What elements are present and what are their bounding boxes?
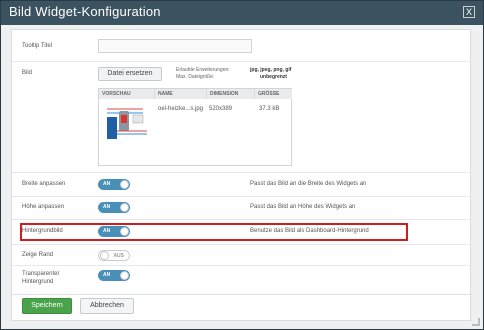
- background-image-description: Benutze das Bild als Dashboard-Hintergru…: [250, 228, 369, 234]
- fit-width-label: Breite anpassen: [22, 181, 66, 187]
- toggle-state: AN: [103, 228, 111, 234]
- max-size-label: Max. Dateigröße:: [176, 74, 215, 80]
- transparent-background-label: Transparenter: [22, 271, 60, 277]
- toggle-knob: [120, 180, 129, 189]
- fit-height-label: Höhe anpassen: [22, 204, 65, 210]
- toggle-knob: [120, 271, 129, 280]
- replace-file-button[interactable]: Datei ersetzen: [98, 67, 162, 81]
- column-header-dimension: DIMENSION: [207, 89, 255, 99]
- widget-config-dialog: Bild Widget-Konfiguration X Tooltip Tite…: [0, 0, 484, 330]
- allowed-ext-label: Erlaubte Erweiterungen:: [176, 67, 230, 73]
- transparent-background-label-line2: Hintergrund: [22, 279, 54, 285]
- fit-height-toggle[interactable]: AN: [98, 202, 130, 213]
- cancel-button[interactable]: Abbrechen: [80, 298, 134, 314]
- toggle-state: AUS: [113, 253, 124, 259]
- max-size-value: unbegrenzt: [260, 74, 287, 80]
- toggle-knob: [120, 227, 129, 236]
- close-button[interactable]: X: [463, 6, 475, 18]
- tooltip-title-label: Tooltip Titel: [22, 43, 53, 49]
- divider: [12, 61, 472, 62]
- toggle-state: AN: [103, 272, 111, 278]
- transparent-background-toggle[interactable]: AN: [98, 270, 130, 281]
- resize-handle[interactable]: [472, 318, 480, 326]
- toggle-knob: [100, 251, 109, 260]
- column-header-preview: VORSCHAU: [99, 89, 155, 99]
- file-size-cell: 37.3 kB: [259, 106, 280, 112]
- toggle-state: AN: [103, 181, 111, 187]
- dialog-titlebar[interactable]: Bild Widget-Konfiguration X: [1, 1, 483, 25]
- divider: [12, 219, 472, 220]
- show-border-label: Zeige Rand: [22, 252, 54, 258]
- fit-width-toggle[interactable]: AN: [98, 179, 130, 190]
- config-panel: Tooltip Titel Bild Datei ersetzen Erlaub…: [11, 29, 472, 321]
- column-header-size: GRÖSSE: [255, 89, 292, 99]
- divider: [12, 196, 472, 197]
- divider: [12, 244, 472, 245]
- dialog-title: Bild Widget-Konfiguration: [9, 4, 161, 19]
- fit-width-description: Passt das Bild an die Breite des Widgets…: [250, 181, 367, 187]
- file-table: VORSCHAU NAME DIMENSION GRÖSSE oel-heizk…: [98, 88, 292, 166]
- file-dimension-cell: 520x389: [209, 106, 233, 112]
- allowed-ext-value: jpg, jpeg, png, gif: [250, 67, 292, 73]
- fit-height-description: Passt das Bild an Höhe des Widgets an: [250, 204, 356, 210]
- file-name-cell: oel-heizke...s.jpg: [158, 106, 204, 112]
- divider: [12, 172, 472, 173]
- background-image-toggle[interactable]: AN: [98, 226, 130, 237]
- show-border-toggle[interactable]: AUS: [98, 250, 130, 261]
- footer-divider: [12, 294, 472, 295]
- toggle-state: AN: [103, 204, 111, 210]
- save-button[interactable]: Speichern: [22, 298, 72, 314]
- background-image-label: Hintergrundbild: [22, 228, 63, 234]
- image-label: Bild: [22, 70, 33, 76]
- image-thumbnail[interactable]: [103, 103, 149, 143]
- tooltip-title-input[interactable]: [98, 39, 252, 53]
- toggle-knob: [120, 203, 129, 212]
- column-header-name: NAME: [155, 89, 207, 99]
- divider: [12, 265, 472, 266]
